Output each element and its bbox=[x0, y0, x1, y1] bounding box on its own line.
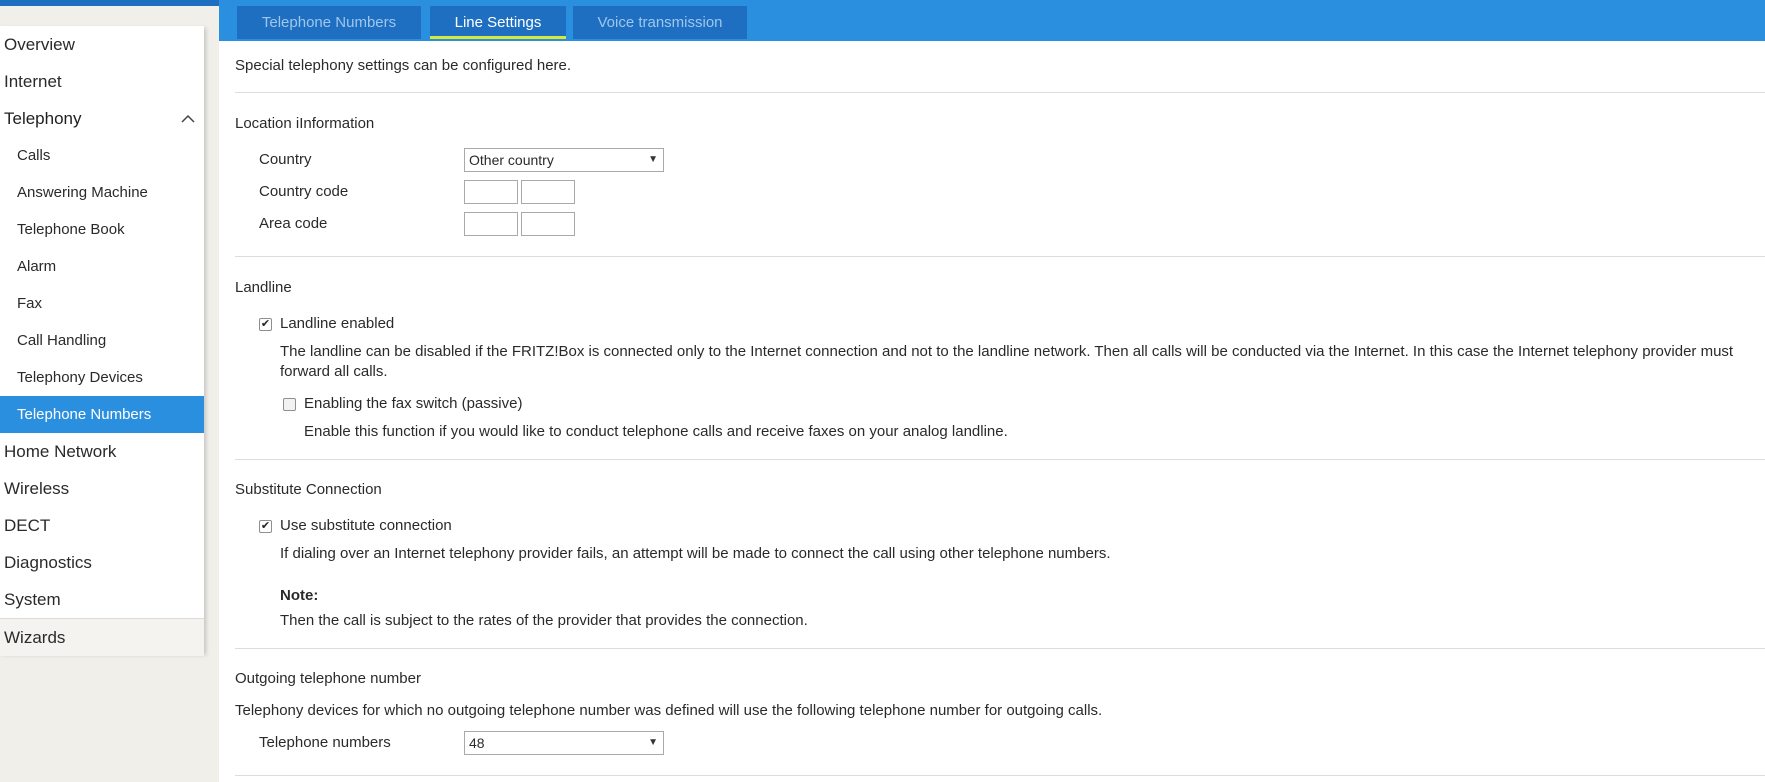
sidebar-item-fax[interactable]: Fax bbox=[0, 285, 204, 322]
telephone-numbers-label: Telephone numbers bbox=[259, 734, 391, 751]
divider bbox=[235, 92, 1765, 93]
divider bbox=[235, 648, 1765, 649]
sidebar-item-telephone-book[interactable]: Telephone Book bbox=[0, 211, 204, 248]
divider bbox=[235, 256, 1765, 257]
sidebar-item-telephony-devices[interactable]: Telephony Devices bbox=[0, 359, 204, 396]
country-code-label: Country code bbox=[259, 183, 349, 200]
chevron-up-icon[interactable] bbox=[180, 100, 196, 137]
intro-text: Special telephony settings can be config… bbox=[235, 57, 572, 74]
note-title: Note: bbox=[280, 587, 319, 604]
tab-line-settings[interactable]: Line Settings bbox=[430, 6, 566, 39]
substitute-connection-label: Use substitute connection bbox=[280, 517, 452, 534]
telephone-numbers-select-value: 48 bbox=[469, 735, 485, 751]
sidebar-item-dect[interactable]: DECT bbox=[0, 507, 204, 544]
tab-bar: Telephone Numbers Line Settings Voice tr… bbox=[219, 0, 1765, 41]
sidebar-item-telephony[interactable]: Telephony bbox=[0, 100, 204, 137]
sidebar-item-calls[interactable]: Calls bbox=[0, 137, 204, 174]
landline-enabled-description: The landline can be disabled if the FRIT… bbox=[280, 343, 1734, 380]
area-code-input-1[interactable] bbox=[464, 212, 518, 236]
sidebar-item-wizards[interactable]: Wizards bbox=[0, 619, 204, 656]
country-label: Country bbox=[259, 151, 312, 168]
dropdown-arrow-icon: ▼ bbox=[648, 154, 658, 165]
location-section-title: Location iInformation bbox=[235, 115, 375, 132]
landline-enabled-checkbox[interactable]: ✔ bbox=[259, 318, 272, 331]
country-select[interactable]: Other country ▼ bbox=[464, 148, 664, 172]
country-select-value: Other country bbox=[469, 152, 554, 168]
sidebar-item-home-network[interactable]: Home Network bbox=[0, 433, 204, 470]
sidebar-item-telephone-numbers[interactable]: Telephone Numbers bbox=[0, 396, 204, 433]
fax-switch-description: Enable this function if you would like t… bbox=[304, 423, 1008, 440]
landline-enabled-label: Landline enabled bbox=[280, 315, 395, 332]
sidebar-item-internet[interactable]: Internet bbox=[0, 63, 204, 100]
sidebar-item-call-handling[interactable]: Call Handling bbox=[0, 322, 204, 359]
fax-switch-label: Enabling the fax switch (passive) bbox=[304, 395, 523, 412]
sidebar-item-wireless[interactable]: Wireless bbox=[0, 470, 204, 507]
fax-switch-checkbox[interactable] bbox=[283, 398, 296, 411]
main-panel: Telephone Numbers Line Settings Voice tr… bbox=[219, 0, 1765, 782]
sidebar-item-label: Telephony bbox=[4, 109, 82, 128]
sidebar-item-diagnostics[interactable]: Diagnostics bbox=[0, 544, 204, 581]
outgoing-section-title: Outgoing telephone number bbox=[235, 670, 421, 687]
sidebar-item-overview[interactable]: Overview bbox=[0, 26, 204, 63]
dropdown-arrow-icon: ▼ bbox=[648, 737, 658, 748]
area-code-input-2[interactable] bbox=[521, 212, 575, 236]
note-text: Then the call is subject to the rates of… bbox=[280, 612, 808, 629]
area-code-label: Area code bbox=[259, 215, 328, 232]
substitute-connection-description: If dialing over an Internet telephony pr… bbox=[280, 545, 1111, 562]
divider bbox=[235, 459, 1765, 460]
country-code-input-1[interactable] bbox=[464, 180, 518, 204]
tab-telephone-numbers[interactable]: Telephone Numbers bbox=[237, 6, 421, 39]
country-code-input-2[interactable] bbox=[521, 180, 575, 204]
sidebar-item-answering-machine[interactable]: Answering Machine bbox=[0, 174, 204, 211]
sidebar-item-system[interactable]: System bbox=[0, 581, 204, 618]
substitute-connection-checkbox[interactable]: ✔ bbox=[259, 520, 272, 533]
sidebar-nav: Overview Internet Telephony Calls Answer… bbox=[0, 26, 204, 656]
telephone-numbers-select[interactable]: 48 ▼ bbox=[464, 731, 664, 755]
tab-voice-transmission[interactable]: Voice transmission bbox=[573, 6, 747, 39]
sidebar-item-alarm[interactable]: Alarm bbox=[0, 248, 204, 285]
outgoing-description: Telephony devices for which no outgoing … bbox=[235, 702, 1103, 719]
landline-section-title: Landline bbox=[235, 279, 292, 296]
top-strip bbox=[0, 0, 219, 6]
substitute-section-title: Substitute Connection bbox=[235, 481, 382, 498]
divider bbox=[235, 775, 1765, 776]
